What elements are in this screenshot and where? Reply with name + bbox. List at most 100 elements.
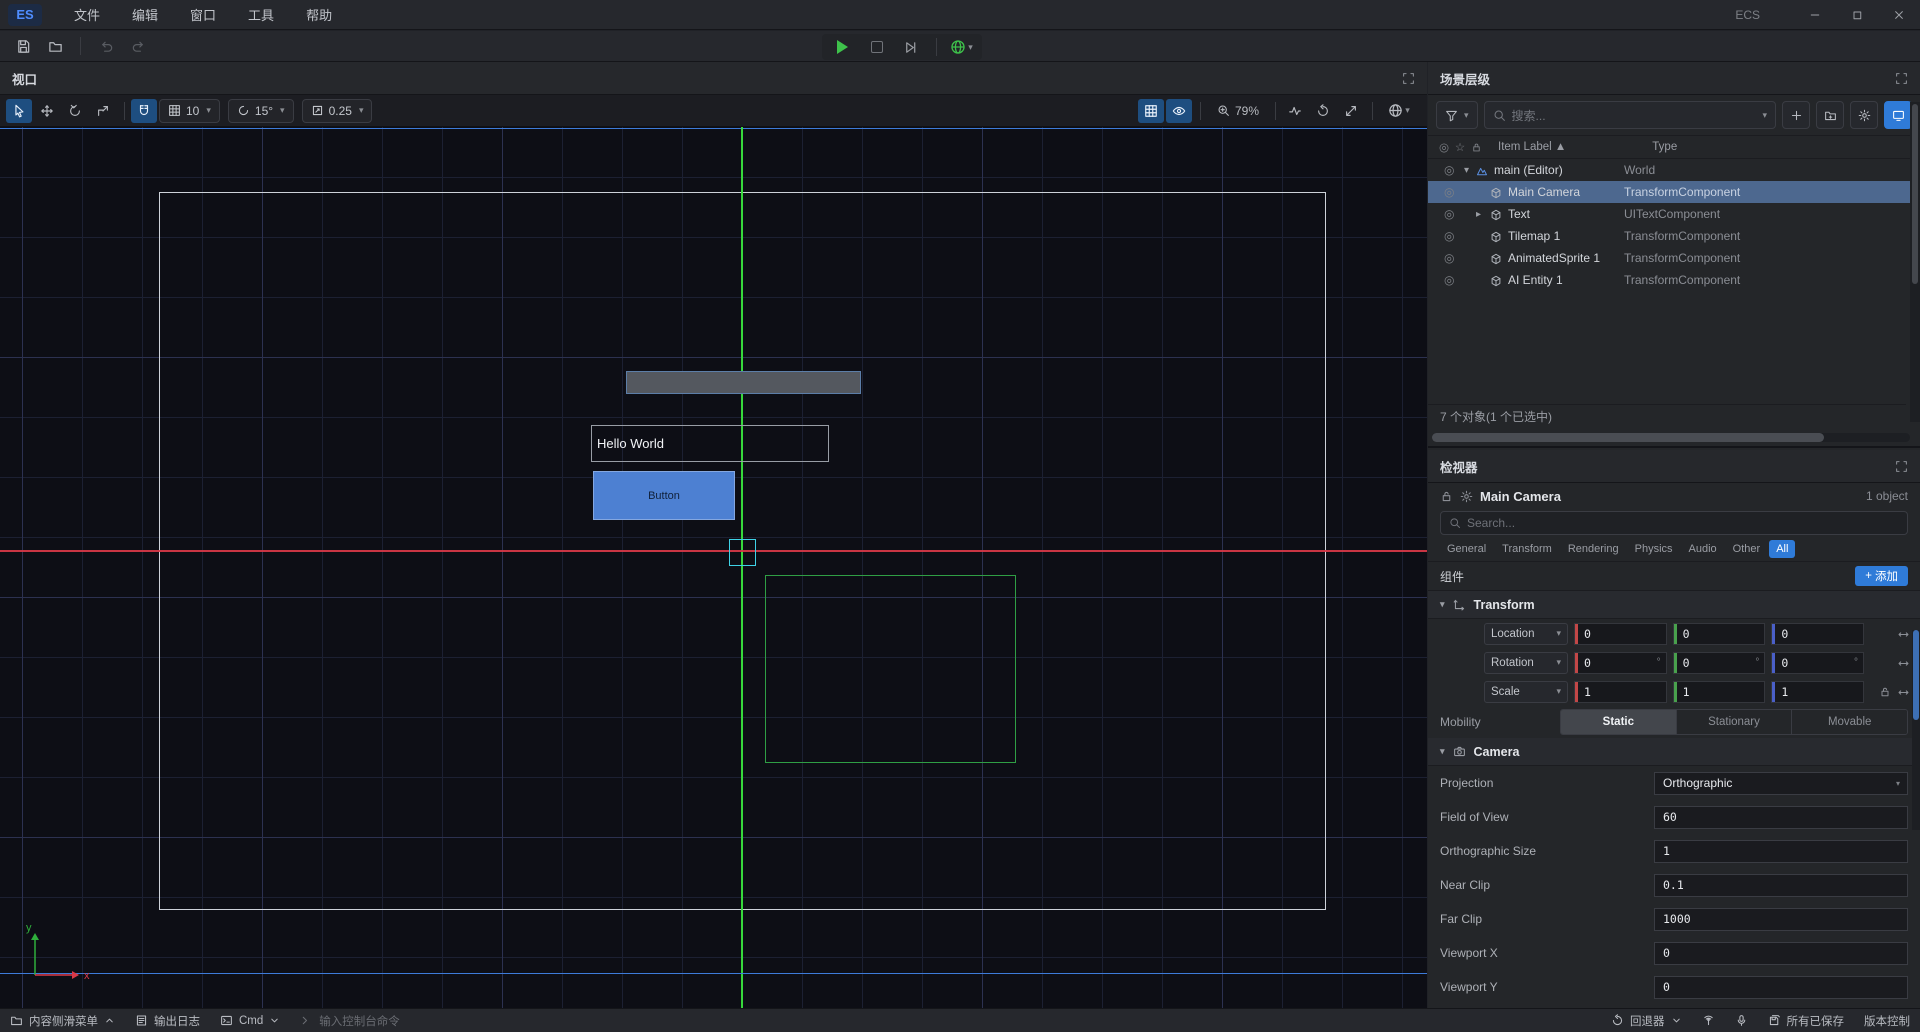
open-folder-icon[interactable] [42,34,68,58]
tab-general[interactable]: General [1440,540,1493,558]
link-axes-icon[interactable] [1897,626,1910,640]
minimize-button[interactable] [1794,0,1836,30]
unlock-icon[interactable] [1879,684,1891,698]
location-x-input[interactable]: 0 [1574,623,1667,645]
tab-transform[interactable]: Transform [1495,540,1559,558]
visibility-toggle-icon[interactable]: ◎ [1444,273,1454,287]
scale-y-input[interactable]: 1 [1673,681,1766,703]
rotation-mode-dropdown[interactable]: Rotation▾ [1484,652,1568,674]
visibility-toggle-icon[interactable]: ◎ [1444,229,1454,243]
menu-item-4[interactable]: 帮助 [292,1,346,28]
visibility-toggle-icon[interactable]: ◎ [1444,163,1454,177]
viewport-x-input[interactable]: 0 [1654,942,1908,965]
chevron-down-icon[interactable]: ▾ [1464,165,1469,176]
world-mode-dropdown[interactable]: ▾ [947,35,977,59]
location-mode-dropdown[interactable]: Location▾ [1484,623,1568,645]
rotation-y-input[interactable]: 0° [1673,652,1766,674]
add-component-button[interactable]: +添加 [1855,566,1908,586]
transform-section-header[interactable]: ▾ Transform [1428,591,1920,619]
expand-panel-icon[interactable] [1895,460,1908,473]
menu-item-1[interactable]: 编辑 [118,1,172,28]
link-axes-icon[interactable] [1897,655,1910,669]
scale-z-input[interactable]: 1 [1771,681,1864,703]
move-tool-button[interactable] [34,99,60,123]
tab-all[interactable]: All [1769,540,1795,558]
grid-toggle-button[interactable] [1138,99,1164,123]
projection-select[interactable]: Orthographic▾ [1654,772,1908,795]
reset-view-icon[interactable] [1310,99,1336,123]
statusbar-item[interactable]: 输入控制台命令 [290,1009,410,1032]
scale-x-input[interactable]: 1 [1574,681,1667,703]
app-logo[interactable]: ES [8,4,42,26]
visibility-toggle-icon[interactable]: ◎ [1444,251,1454,265]
redo-icon[interactable] [125,34,151,58]
tab-physics[interactable]: Physics [1628,540,1680,558]
hierarchy-search-input[interactable]: 搜索... ▾ [1484,101,1776,129]
orthographic-size-input[interactable]: 1 [1654,840,1908,863]
hierarchy-vscrollbar[interactable] [1910,102,1920,422]
camera-section-header[interactable]: ▾ Camera [1428,738,1920,766]
rotation-x-input[interactable]: 0° [1574,652,1667,674]
menu-item-2[interactable]: 窗口 [176,1,230,28]
field-of-view-input[interactable]: 60 [1654,806,1908,829]
select-tool-button[interactable] [6,99,32,123]
scale-mode-dropdown[interactable]: Scale▾ [1484,681,1568,703]
chevron-right-icon[interactable]: ▸ [1476,209,1481,220]
statusbar-item[interactable]: Cmd [210,1009,290,1032]
statusbar-item[interactable]: 版本控制 [1854,1009,1920,1032]
near-clip-input[interactable]: 0.1 [1654,874,1908,897]
tab-audio[interactable]: Audio [1682,540,1724,558]
grid-snap-dropdown[interactable]: 10▾ [159,99,220,123]
hierarchy-settings-button[interactable] [1850,101,1878,129]
undo-icon[interactable] [93,34,119,58]
ui-slider-widget[interactable] [626,371,861,394]
hierarchy-row[interactable]: ◎Main CameraTransformComponent [1428,181,1920,203]
menu-item-0[interactable]: 文件 [60,1,114,28]
step-forward-button[interactable] [896,35,926,59]
zoom-level[interactable]: 79% [1217,104,1259,118]
display-mode-button[interactable] [1884,101,1912,129]
hierarchy-row[interactable]: ◎Tilemap 1TransformComponent [1428,225,1920,247]
location-y-input[interactable]: 0 [1673,623,1766,645]
hierarchy-row[interactable]: ◎AnimatedSprite 1TransformComponent [1428,247,1920,269]
link-axes-icon[interactable] [1897,684,1910,698]
hierarchy-row[interactable]: ◎▾main (Editor)World [1428,159,1920,181]
viewport-y-input[interactable]: 0 [1654,976,1908,999]
inspector-vscrollbar[interactable] [1912,630,1920,830]
visibility-toggle-button[interactable] [1166,99,1192,123]
close-button[interactable] [1878,0,1920,30]
mobility-movable-button[interactable]: Movable [1792,710,1907,734]
stats-icon[interactable] [1282,99,1308,123]
new-folder-button[interactable] [1816,101,1844,129]
maximize-button[interactable] [1836,0,1878,30]
inspector-search-input[interactable]: Search... [1440,511,1908,535]
ui-text-widget[interactable]: Hello World [591,425,829,462]
mobility-stationary-button[interactable]: Stationary [1677,710,1793,734]
save-icon[interactable] [10,34,36,58]
lock-icon[interactable] [1440,490,1453,503]
viewport-globe-dropdown[interactable]: ▾ [1379,99,1419,123]
tab-rendering[interactable]: Rendering [1561,540,1626,558]
statusbar-item[interactable]: 输出日志 [125,1009,210,1032]
statusbar-item[interactable] [1692,1009,1725,1032]
expand-panel-icon[interactable] [1402,72,1415,85]
fullscreen-icon[interactable] [1338,99,1364,123]
menu-item-3[interactable]: 工具 [234,1,288,28]
stop-button[interactable] [862,35,892,59]
ui-button-widget[interactable]: Button [593,471,735,520]
rotation-z-input[interactable]: 0° [1771,652,1864,674]
scale-snap-dropdown[interactable]: 0.25▾ [302,99,373,123]
tab-other[interactable]: Other [1726,540,1768,558]
play-button[interactable] [828,35,858,59]
visibility-toggle-icon[interactable]: ◎ [1444,185,1454,199]
hierarchy-hscrollbar[interactable] [1432,433,1910,442]
filter-button[interactable]: ▾ [1436,101,1478,129]
hierarchy-column-header[interactable]: ◎ ☆ Item Label ▲ Type [1428,135,1920,159]
mobility-static-button[interactable]: Static [1561,710,1677,734]
rotation-snap-dropdown[interactable]: 15°▾ [228,99,294,123]
statusbar-item[interactable] [1725,1009,1758,1032]
expand-panel-icon[interactable] [1895,72,1908,85]
scene-canvas[interactable]: Hello World Button y x [0,127,1427,1008]
snap-toggle-button[interactable] [131,99,157,123]
gear-icon[interactable] [1460,490,1473,503]
